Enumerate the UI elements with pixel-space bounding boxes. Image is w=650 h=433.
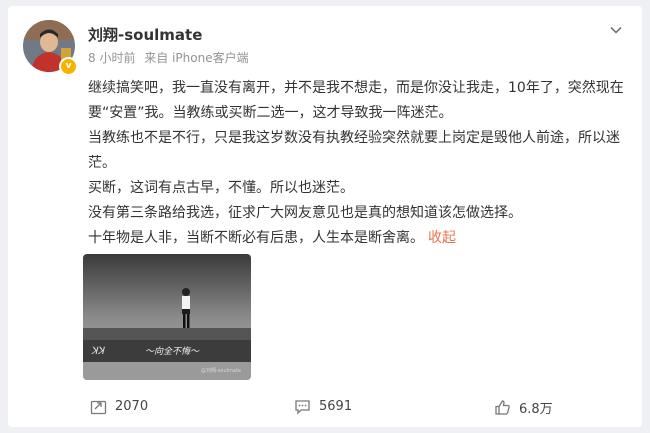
post-meta: 8 小时前 来自 iPhone客户端 xyxy=(88,49,254,66)
comment-icon xyxy=(295,400,310,415)
post-paragraph: 没有第三条路给我选，征求广大网友意见也是真的想知道该怎做选择。 xyxy=(88,205,522,221)
chevron-down-icon[interactable] xyxy=(608,22,624,38)
comment-count: 5691 xyxy=(319,399,353,414)
post-image[interactable]: ꓘꓘ 〜向全不悔〜 xyxy=(83,254,251,380)
thumbs-up-icon xyxy=(495,400,510,415)
post-content: 继续搞笑吧，我一直没有离开，并不是我不想走，而是你没让我走，10年了，突然现在要… xyxy=(88,76,633,251)
repost-count: 2070 xyxy=(115,399,149,414)
username[interactable]: 刘翔-soulmate xyxy=(88,24,202,45)
post-time[interactable]: 8 小时前 xyxy=(88,51,135,65)
share-icon xyxy=(90,400,107,415)
post-paragraph: 十年物是人非，当断不断必有后患，人生本是断舍离。 xyxy=(88,230,424,246)
collapse-link[interactable]: 收起 xyxy=(428,230,456,246)
like-button[interactable]: 6.8万 xyxy=(494,398,553,417)
post-source: 来自 iPhone客户端 xyxy=(144,51,249,65)
post-paragraph: 当教练也不是不行，只是我这岁数没有执教经验突然就要上岗定是毁他人前途，所以迷茫。 xyxy=(88,130,620,171)
post-paragraph: 继续搞笑吧，我一直没有离开，并不是我不想走，而是你没让我走，10年了，突然现在要… xyxy=(88,80,624,121)
svg-text:ꓘꓘ: ꓘꓘ xyxy=(91,346,106,357)
image-watermark: @刘翔-soulmate xyxy=(201,368,241,374)
post-paragraph-last: 十年物是人非，当断不断必有后患，人生本是断舍离。 收起 xyxy=(88,226,633,251)
like-count: 6.8万 xyxy=(519,402,553,417)
post-paragraph: 买断，这词有点古早，不懂。所以也迷茫。 xyxy=(88,180,354,196)
comment-button[interactable]: 5691 xyxy=(294,398,352,415)
weibo-post-card: v 刘翔-soulmate 8 小时前 来自 iPhone客户端 继续搞笑吧，我… xyxy=(8,6,642,427)
verified-badge-icon: v xyxy=(59,57,78,76)
repost-button[interactable]: 2070 xyxy=(90,398,148,415)
svg-text:〜向全不悔〜: 〜向全不悔〜 xyxy=(145,346,200,357)
